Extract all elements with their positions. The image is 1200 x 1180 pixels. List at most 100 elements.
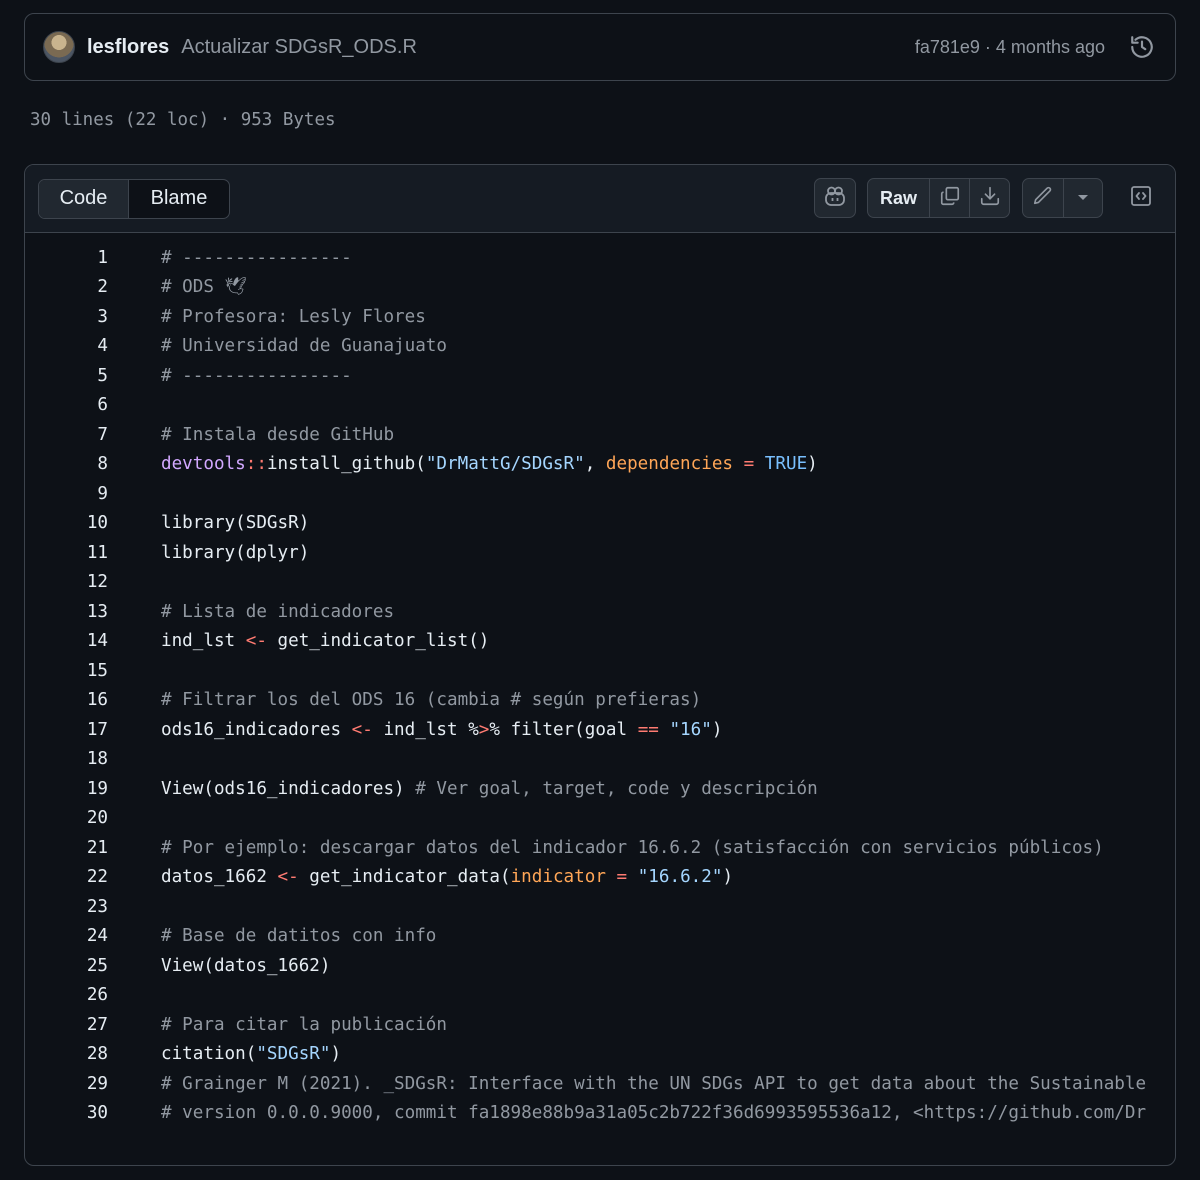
line-number[interactable]: 3 [25,307,108,327]
line-number[interactable]: 9 [25,484,108,504]
more-edit-options-button[interactable] [1063,179,1102,217]
chevron-down-icon [1076,189,1090,207]
code-line: 19 View(ods16_indicadores) # Ver goal, ta… [25,774,1175,804]
line-content: # Profesora: Lesly Flores [161,307,426,327]
code-token: <- [277,867,299,888]
code-token: # Universidad de Guanajuato [161,336,447,357]
code-line: 20 [25,804,1175,834]
line-number[interactable]: 15 [25,661,108,681]
code-line: 12 [25,568,1175,598]
code-line: 4 # Universidad de Guanajuato [25,332,1175,362]
code-line: 23 [25,892,1175,922]
file-viewer: Code Blame Raw 1 # ---------------- 2 # … [24,164,1176,1166]
line-number[interactable]: 11 [25,543,108,563]
code-token: get_indicator_list() [266,631,490,652]
download-raw-button[interactable] [969,179,1009,217]
commit-author[interactable]: lesflores [87,36,169,59]
line-number[interactable]: 10 [25,513,108,533]
line-number[interactable]: 5 [25,366,108,386]
line-content: # Para citar la publicación [161,1015,447,1035]
raw-copy-download-group: Raw [867,178,1010,218]
line-number[interactable]: 27 [25,1015,108,1035]
line-number[interactable]: 19 [25,779,108,799]
symbols-panel-icon [1129,184,1153,213]
line-number[interactable]: 4 [25,336,108,356]
copilot-button[interactable] [814,178,856,218]
download-icon [979,185,1001,212]
line-number[interactable]: 12 [25,572,108,592]
line-number[interactable]: 8 [25,454,108,474]
line-content: # Universidad de Guanajuato [161,336,447,356]
line-number[interactable]: 16 [25,690,108,710]
view-toggle: Code Blame [38,178,230,219]
line-number[interactable]: 29 [25,1074,108,1094]
line-number[interactable]: 7 [25,425,108,445]
line-content: # ---------------- [161,248,352,268]
line-number[interactable]: 17 [25,720,108,740]
code-token: ind_lst % [372,719,479,740]
symbols-panel-button[interactable] [1121,178,1161,218]
tab-blame[interactable]: Blame [129,180,229,218]
line-number[interactable]: 20 [25,808,108,828]
line-content: # Lista de indicadores [161,602,394,622]
line-content: # ODS 🕊 [161,277,247,297]
code-token: # Ver goal, target, code y descripción [415,778,818,799]
code-line: 30 # version 0.0.0.9000, commit fa1898e88… [25,1099,1175,1129]
copy-raw-button[interactable] [929,179,969,217]
line-content: # ---------------- [161,366,352,386]
latest-commit-bar: lesflores Actualizar SDGsR_ODS.R fa781e9… [24,13,1176,81]
file-info: 30 lines (22 loc) · 953 Bytes [30,110,336,130]
code-token: "DrMattG/SDGsR" [425,454,585,475]
code-token: # Profesora: Lesly Flores [161,306,426,327]
code-token: <- [351,719,373,740]
code-token: get_indicator_data( [298,867,511,888]
copy-icon [939,185,961,212]
code-token: <- [245,631,267,652]
line-number[interactable]: 26 [25,985,108,1005]
history-icon[interactable] [1127,32,1157,62]
code-line: 18 [25,745,1175,775]
code-line: 16 # Filtrar los del ODS 16 (cambia # seg… [25,686,1175,716]
line-number[interactable]: 23 [25,897,108,917]
raw-button[interactable]: Raw [868,179,929,217]
line-number[interactable]: 1 [25,248,108,268]
copilot-icon [823,185,847,212]
code-token: # Para citar la publicación [161,1014,447,1035]
code-token: View(ods16_indicadores) [161,778,416,799]
line-number[interactable]: 18 [25,749,108,769]
author-avatar[interactable] [43,31,75,63]
line-number[interactable]: 14 [25,631,108,651]
code-token: View(datos_1662) [161,955,331,976]
commit-message[interactable]: Actualizar SDGsR_ODS.R [181,36,417,59]
line-number[interactable]: 30 [25,1103,108,1123]
line-number[interactable]: 21 [25,838,108,858]
line-content: # Instala desde GitHub [161,425,394,445]
line-number[interactable]: 24 [25,926,108,946]
line-content: # Filtrar los del ODS 16 (cambia # según… [161,690,701,710]
code-line: 14 ind_lst <- get_indicator_list() [25,627,1175,657]
code-token: ) [711,719,723,740]
code-token: # version 0.0.0.9000, commit fa1898e88b9… [161,1103,1147,1124]
tab-code[interactable]: Code [39,179,129,218]
commit-meta: fa781e9 · 4 months ago [915,32,1157,62]
line-number[interactable]: 6 [25,395,108,415]
line-content: # version 0.0.0.9000, commit fa1898e88b9… [161,1103,1146,1123]
line-number[interactable]: 13 [25,602,108,622]
code-line: 26 [25,981,1175,1011]
line-number[interactable]: 2 [25,277,108,297]
code-token: # Por ejemplo: descargar datos del indic… [161,837,1104,858]
edit-file-button[interactable] [1023,179,1063,217]
code-token: citation( [161,1044,257,1065]
line-number[interactable]: 25 [25,956,108,976]
code-line: 28 citation("SDGsR") [25,1040,1175,1070]
commit-sha-time[interactable]: fa781e9 · 4 months ago [915,37,1105,58]
code-token: library(SDGsR) [161,513,310,534]
code-line: 25 View(datos_1662) [25,951,1175,981]
code-token: TRUE [764,454,808,475]
line-number[interactable]: 28 [25,1044,108,1064]
code-line: 15 [25,656,1175,686]
file-header: Code Blame Raw [25,165,1175,233]
code-line: 2 # ODS 🕊 [25,273,1175,303]
line-number[interactable]: 22 [25,867,108,887]
